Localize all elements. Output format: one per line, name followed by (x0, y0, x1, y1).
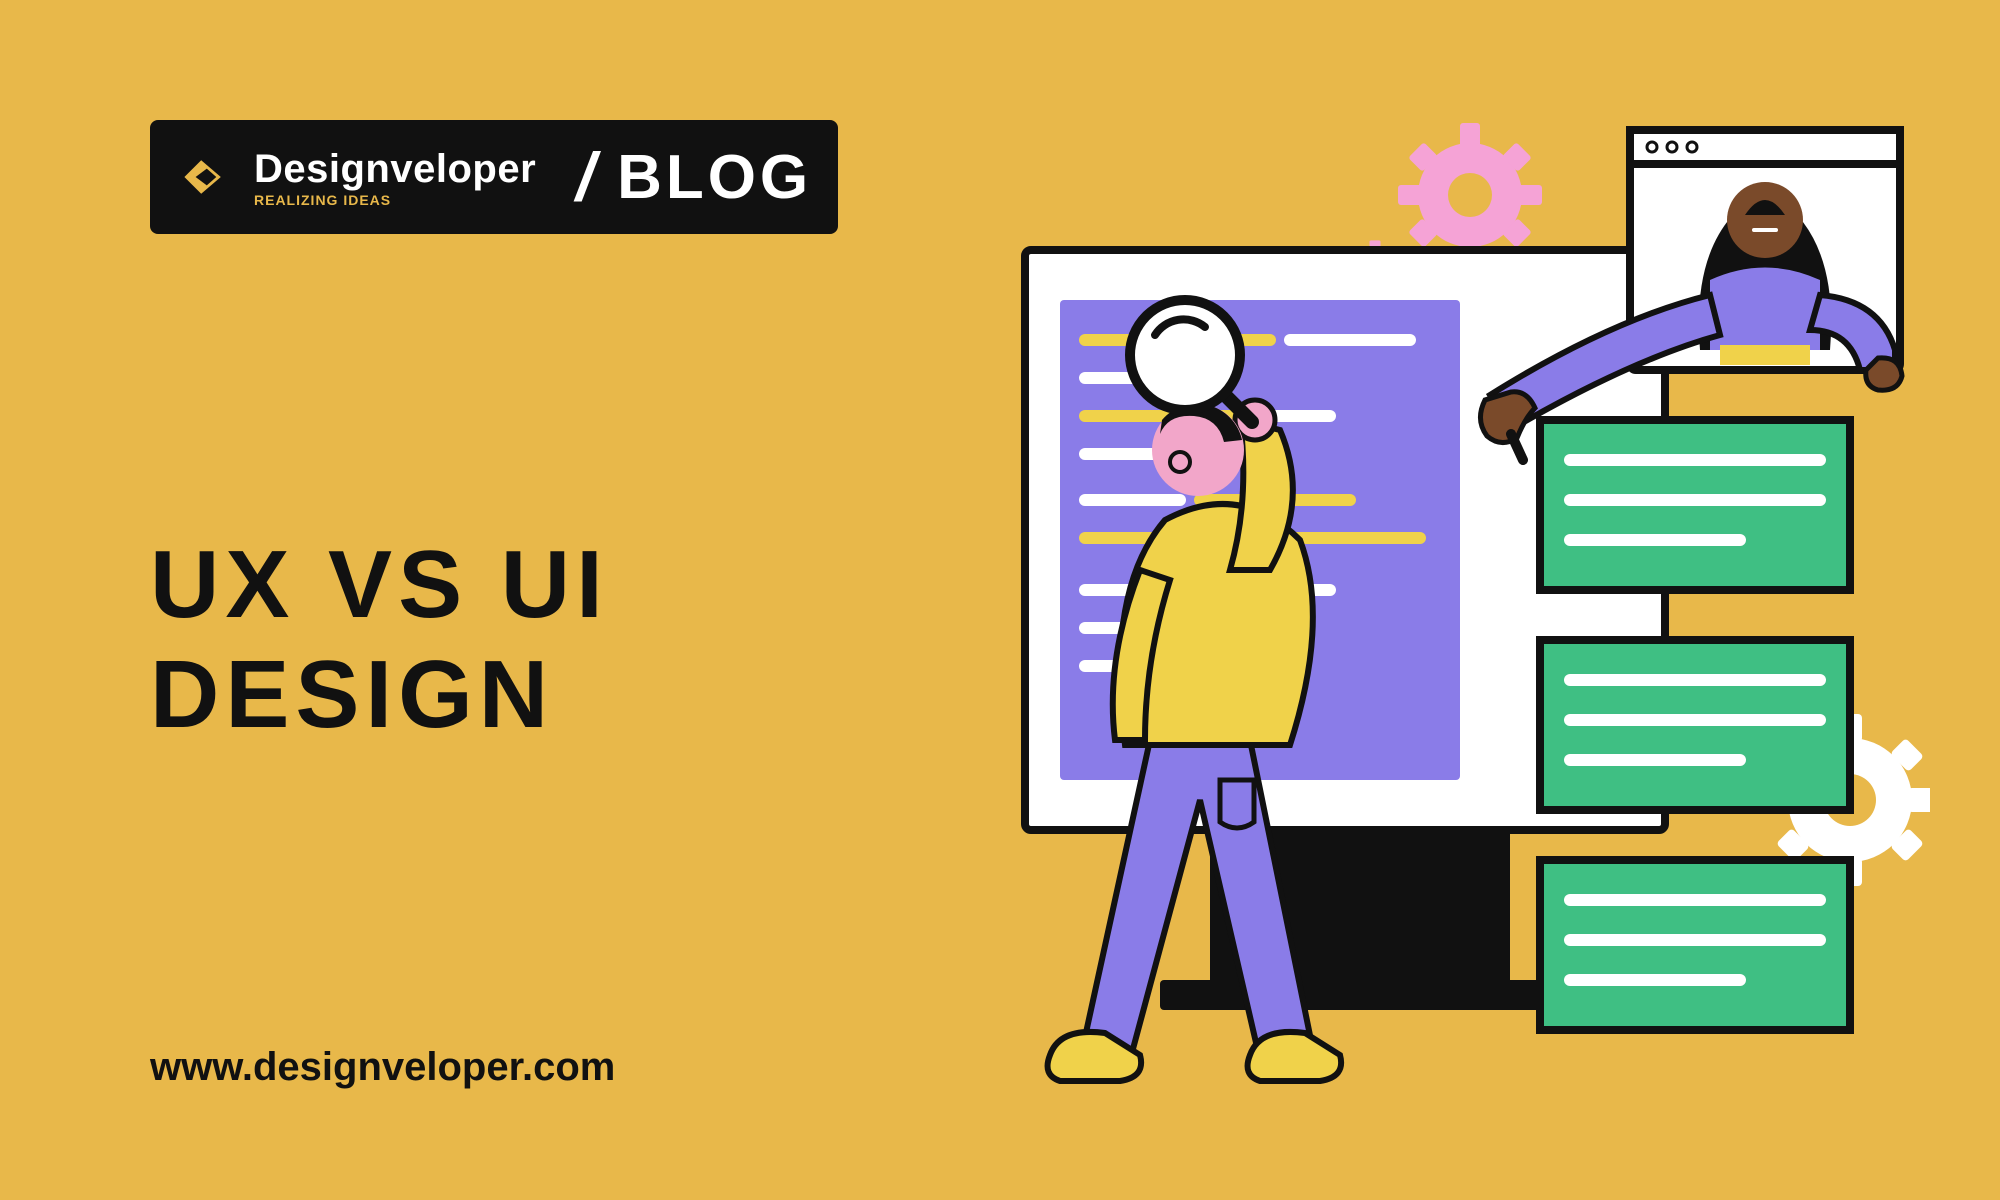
brand-text: Designveloper REALIZING IDEAS (254, 147, 536, 208)
brand-name: Designveloper (254, 147, 536, 192)
head (1152, 404, 1244, 496)
blog-label: BLOG (617, 142, 812, 213)
brand-tagline: REALIZING IDEAS (254, 192, 536, 208)
headline: UX VS UI DESIGN (150, 530, 609, 751)
note-card (1540, 420, 1850, 590)
headline-line-1: UX VS UI (150, 530, 609, 640)
brand-logo-icon (176, 149, 232, 205)
note-card (1540, 640, 1850, 810)
hero-illustration (930, 100, 1930, 1120)
note-card (1540, 860, 1850, 1030)
card-stack (1540, 420, 1850, 1030)
website-url: www.designveloper.com (150, 1045, 615, 1090)
headline-line-2: DESIGN (150, 640, 609, 750)
slash-divider: / (576, 138, 595, 216)
brand-logo-bar: Designveloper REALIZING IDEAS / BLOG (150, 120, 838, 234)
